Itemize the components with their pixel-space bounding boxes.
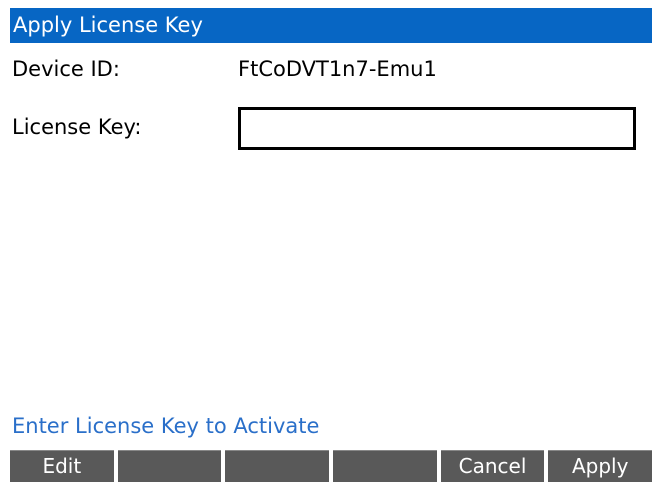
license-key-label: License Key: [12, 115, 142, 139]
license-key-input[interactable] [238, 107, 636, 150]
softkey-cancel[interactable]: Cancel [440, 450, 545, 482]
device-id-value: FtCoDVT1n7-Emu1 [238, 57, 437, 81]
license-dialog: Apply License Key Device ID: FtCoDVT1n7-… [10, 8, 652, 482]
softkey-edit[interactable]: Edit [10, 450, 114, 482]
device-id-label: Device ID: [12, 57, 120, 81]
softkey-bar: Edit Cancel Apply [10, 450, 652, 482]
softkey-empty-3[interactable] [333, 450, 437, 482]
softkey-empty-1[interactable] [117, 450, 222, 482]
dialog-title: Apply License Key [10, 8, 652, 43]
status-message: Enter License Key to Activate [12, 414, 320, 438]
softkey-apply[interactable]: Apply [548, 450, 652, 482]
softkey-empty-2[interactable] [225, 450, 330, 482]
